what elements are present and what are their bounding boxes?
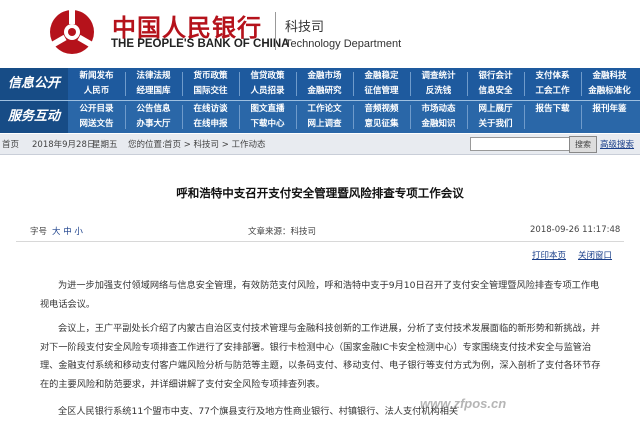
nav-column-divider: [467, 105, 468, 129]
article-paragraph: 全区人民银行系统11个盟市中支、77个旗县支行及地方性商业银行、村镇银行、法人支…: [58, 406, 459, 417]
nav-column-divider: [353, 105, 354, 129]
search-input[interactable]: [470, 137, 570, 151]
breadcrumb-bar: 首页 2018年9月28日 星期五 您的位置: 首页 > 科技司 > 工作动态 …: [0, 134, 640, 155]
font-size-label: 字号: [30, 227, 48, 237]
nav-column-divider: [410, 105, 411, 129]
location-label: 您的位置:: [128, 140, 165, 150]
info-disclosure-title: 信息公开: [0, 68, 68, 100]
service-nav-item[interactable]: 在线申报: [182, 117, 239, 132]
font-size-options[interactable]: 大 中 小: [52, 225, 83, 237]
nav-column-divider: [353, 72, 354, 96]
nav-column-divider: [125, 72, 126, 96]
home-link[interactable]: 首页: [2, 138, 19, 150]
service-nav-item[interactable]: 网上展厅: [467, 102, 524, 117]
article-title: 呼和浩特中支召开支付安全管理暨风险排查专项工作会议: [176, 186, 464, 200]
header-divider: [275, 12, 276, 50]
nav-column-divider: [239, 105, 240, 129]
service-nav-item[interactable]: 网送文告: [68, 117, 125, 132]
service-nav-item[interactable]: 报告下载: [524, 102, 581, 117]
service-nav-item[interactable]: 音频视频: [353, 102, 410, 117]
info-nav-item[interactable]: 金融市场: [296, 69, 353, 84]
service-nav-item[interactable]: 在线访谈: [182, 102, 239, 117]
department-name-en: Technology Department: [285, 38, 402, 50]
service-nav-item[interactable]: 工作论文: [296, 102, 353, 117]
nav-column-divider: [467, 72, 468, 96]
breadcrumb[interactable]: 首页 > 科技司 > 工作动态: [164, 138, 266, 150]
service-nav-grid: 公开目录 公告信息 在线访谈 图文直播 工作论文 音频视频 市场动态 网上展厅 报告下载 报刊年鉴…: [68, 102, 640, 132]
info-nav-item[interactable]: 新闻发布: [68, 69, 125, 84]
service-nav-item[interactable]: 下载中心: [239, 117, 296, 132]
service-nav-item[interactable]: 市场动态: [410, 102, 467, 117]
nav-column-divider: [182, 105, 183, 129]
service-nav-item[interactable]: 意见征集: [353, 117, 410, 132]
article-datetime: 2018-09-26 11:17:48: [530, 225, 621, 235]
article-meta: 字号 大 中 小 文章来源：科技司 2018-09-26 11:17:48: [0, 225, 640, 239]
info-nav-item[interactable]: 调查统计: [410, 69, 467, 84]
nav-column-divider: [239, 72, 240, 96]
service-nav-item[interactable]: 办事大厅: [125, 117, 182, 132]
watermark: www.zfpos.cn: [420, 396, 507, 411]
article-paragraph: 会议上，王广平副处长介绍了内蒙古自治区支付技术管理与金融科技创新的工作进展，分析…: [40, 323, 601, 390]
service-nav-item[interactable]: 公告信息: [125, 102, 182, 117]
info-nav-item[interactable]: 征信管理: [353, 84, 410, 99]
info-nav-item[interactable]: 经理国库: [125, 84, 182, 99]
nav-column-divider: [296, 105, 297, 129]
nav-column-divider: [581, 105, 582, 129]
site-header: 中国人民银行 THE PEOPLE'S BANK OF CHINA 科技司 Te…: [0, 0, 640, 68]
close-window-link[interactable]: 关闭窗口: [578, 249, 612, 261]
bank-name-en: THE PEOPLE'S BANK OF CHINA: [111, 38, 290, 50]
info-nav-item[interactable]: 金融稳定: [353, 69, 410, 84]
info-nav-item[interactable]: 国际交往: [182, 84, 239, 99]
service-nav-item[interactable]: 网上调查: [296, 117, 353, 132]
nav-column-divider: [125, 105, 126, 129]
service-nav-item[interactable]: 图文直播: [239, 102, 296, 117]
info-nav-item[interactable]: 金融科技: [581, 69, 638, 84]
info-nav-item[interactable]: 人民币: [68, 84, 125, 99]
nav-column-divider: [524, 72, 525, 96]
nav-column-divider: [524, 105, 525, 129]
current-weekday: 星期五: [92, 140, 118, 150]
info-nav-item[interactable]: 金融研究: [296, 84, 353, 99]
info-nav-item[interactable]: 货币政策: [182, 69, 239, 84]
info-nav-item[interactable]: 法律法规: [125, 69, 182, 84]
department-name-cn: 科技司: [285, 20, 325, 35]
info-nav-item[interactable]: 信贷政策: [239, 69, 296, 84]
info-nav-item[interactable]: 工会工作: [524, 84, 581, 99]
service-interaction-title: 服务互动: [0, 101, 68, 133]
info-nav-item[interactable]: 反洗钱: [410, 84, 467, 99]
meta-divider: [16, 241, 624, 242]
pboc-logo-icon: [50, 10, 94, 54]
service-interaction-nav: 服务互动 公开目录 公告信息 在线访谈 图文直播 工作论文 音频视频 市场动态 网上展厅 报告下…: [0, 101, 640, 133]
service-nav-item[interactable]: 报刊年鉴: [581, 102, 638, 117]
info-nav-item[interactable]: 银行会计: [467, 69, 524, 84]
service-nav-item[interactable]: 公开目录: [68, 102, 125, 117]
article-source: 文章来源：科技司: [248, 227, 317, 237]
info-nav-item[interactable]: 支付体系: [524, 69, 581, 84]
info-nav-item[interactable]: 人员招录: [239, 84, 296, 99]
info-nav-item[interactable]: 信息安全: [467, 84, 524, 99]
nav-column-divider: [296, 72, 297, 96]
nav-column-divider: [410, 72, 411, 96]
nav-column-divider: [581, 72, 582, 96]
service-nav-item[interactable]: 金融知识: [410, 117, 467, 132]
nav-column-divider: [182, 72, 183, 96]
article-paragraph: 为进一步加强支付领域网络与信息安全管理，有效防范支付风险，呼和浩特中支于9月10…: [40, 280, 600, 310]
info-nav-grid: 新闻发布 法律法规 货币政策 信贷政策 金融市场 金融稳定 调查统计 银行会计 支付体系 金融科技…: [68, 69, 640, 99]
service-nav-item[interactable]: 关于我们: [467, 117, 524, 132]
current-date: 2018年9月28日: [32, 140, 96, 150]
article-content: 呼和浩特中支召开支付安全管理暨风险排查专项工作会议 字号 大 中 小 文章来源：…: [0, 155, 640, 427]
search-button[interactable]: 搜索: [569, 136, 597, 153]
info-disclosure-nav: 信息公开 新闻发布 法律法规 货币政策 信贷政策 金融市场 金融稳定 调查统计 银行会计 支付体…: [0, 68, 640, 100]
advanced-search-link[interactable]: 高级搜索: [600, 138, 634, 150]
info-nav-item[interactable]: 金融标准化: [581, 84, 638, 99]
print-page-link[interactable]: 打印本页: [532, 249, 566, 261]
